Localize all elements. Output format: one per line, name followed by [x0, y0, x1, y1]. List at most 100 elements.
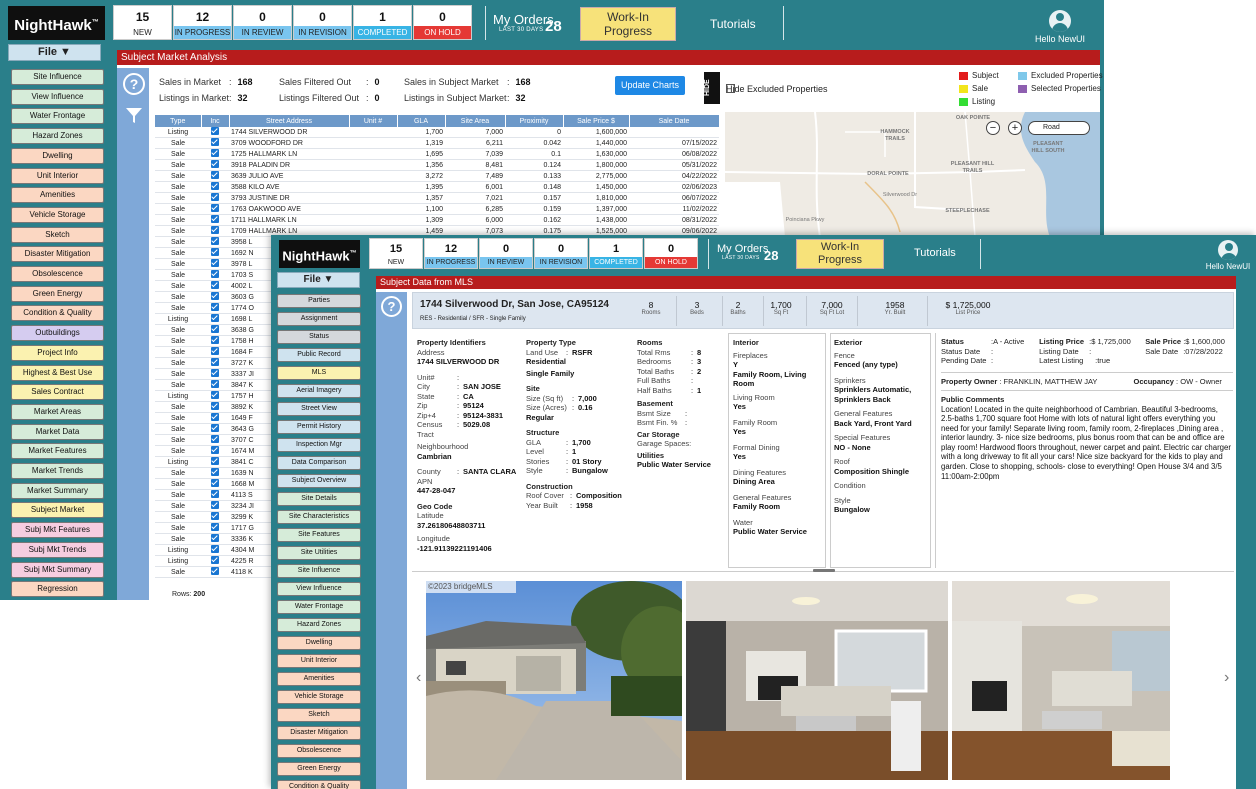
- include-checkbox[interactable]: [211, 336, 219, 345]
- tutorials-link[interactable]: Tutorials: [710, 17, 756, 31]
- include-checkbox[interactable]: [211, 149, 219, 158]
- status-in-progress[interactable]: 12 IN PROGRESS: [424, 238, 478, 269]
- include-checkbox[interactable]: [211, 545, 219, 554]
- sidebar-item-highest-best-use[interactable]: Highest & Best Use: [11, 364, 104, 381]
- user-menu[interactable]: Hello NewUI: [1030, 10, 1090, 44]
- chevron-left-icon[interactable]: ‹: [416, 669, 421, 687]
- column-header[interactable]: Proximity: [505, 115, 564, 127]
- status-completed[interactable]: 1 COMPLETED: [353, 5, 412, 40]
- include-checkbox[interactable]: [211, 237, 219, 246]
- column-header[interactable]: Inc: [201, 115, 230, 127]
- status-completed[interactable]: 1 COMPLETED: [589, 238, 643, 269]
- sidebar-item-site-characteristics[interactable]: Site Characteristics: [277, 510, 361, 524]
- table-row[interactable]: Sale 3709 WOODFORD DR 1,319 6,211 0.042 1,440…: [155, 137, 719, 150]
- sidebar-item-condition-quality[interactable]: Condition & Quality: [11, 305, 104, 322]
- include-checkbox[interactable]: [211, 501, 219, 510]
- photo-living-room[interactable]: [686, 581, 948, 780]
- hide-excluded-checkbox[interactable]: Hide Excluded Properties: [726, 84, 828, 94]
- sidebar-item-obsolescence[interactable]: Obsolescence: [277, 744, 361, 758]
- table-row[interactable]: Listing 1744 SILVERWOOD DR 1,700 7,000 0 1,60…: [155, 127, 719, 139]
- include-checkbox[interactable]: [211, 303, 219, 312]
- include-checkbox[interactable]: [211, 215, 219, 224]
- status-in-review[interactable]: 0 IN REVIEW: [233, 5, 292, 40]
- sidebar-item-status[interactable]: Status: [277, 330, 361, 344]
- sidebar-item-vehicle-storage[interactable]: Vehicle Storage: [277, 690, 361, 704]
- table-row[interactable]: Sale 3588 KILO AVE 1,395 6,001 0.148 1,450,00…: [155, 181, 719, 194]
- sidebar-item-site-influence[interactable]: Site Influence: [277, 564, 361, 578]
- table-row[interactable]: Sale 3639 JULIO AVE 3,272 7,489 0.133 2,775,0…: [155, 170, 719, 183]
- include-checkbox[interactable]: [211, 325, 219, 334]
- filter-icon[interactable]: [123, 104, 145, 126]
- sidebar-item-market-trends[interactable]: Market Trends: [11, 463, 104, 479]
- include-checkbox[interactable]: [211, 314, 219, 323]
- include-checkbox[interactable]: [211, 138, 219, 147]
- sidebar-item-hazard-zones[interactable]: Hazard Zones: [11, 128, 104, 145]
- sidebar-item-sketch[interactable]: Sketch: [11, 226, 104, 243]
- include-checkbox[interactable]: [211, 204, 219, 213]
- include-checkbox[interactable]: [211, 171, 219, 180]
- sidebar-item-parties[interactable]: Parties: [277, 294, 361, 308]
- include-checkbox[interactable]: [211, 435, 219, 444]
- sidebar-item-dwelling[interactable]: Dwelling: [277, 636, 361, 650]
- sidebar-item-sketch[interactable]: Sketch: [277, 708, 361, 722]
- table-row[interactable]: Sale 1725 HALLMARK LN 1,695 7,039 0.1 1,630,0…: [155, 148, 719, 161]
- table-row[interactable]: Sale 1763 OAKWOOD AVE 1,100 6,285 0.159 1,397…: [155, 203, 719, 216]
- include-checkbox[interactable]: [211, 402, 219, 411]
- sidebar-item-market-summary[interactable]: Market Summary: [11, 482, 104, 499]
- photo-exterior[interactable]: ©2023 bridgeMLS: [426, 581, 682, 780]
- sidebar-item-subject-overview[interactable]: Subject Overview: [277, 474, 361, 488]
- status-in-revision[interactable]: 0 IN REVISION: [534, 238, 588, 269]
- include-checkbox[interactable]: [211, 523, 219, 532]
- include-checkbox[interactable]: [211, 226, 219, 235]
- sidebar-item-water-frontage[interactable]: Water Frontage: [11, 108, 104, 125]
- sidebar-item-aerial-imagery[interactable]: Aerial Imagery: [277, 384, 361, 398]
- map-type-select[interactable]: Road: [1028, 121, 1090, 135]
- sidebar-item-vehicle-storage[interactable]: Vehicle Storage: [11, 206, 104, 223]
- sidebar-item-condition-quality[interactable]: Condition & Quality: [277, 780, 361, 789]
- include-checkbox[interactable]: [211, 369, 219, 378]
- include-checkbox[interactable]: [211, 292, 219, 301]
- column-header[interactable]: Site Area: [445, 115, 506, 127]
- sidebar-item-street-view[interactable]: Street View: [277, 402, 361, 416]
- help-icon[interactable]: ?: [123, 73, 145, 95]
- include-checkbox[interactable]: [211, 270, 219, 279]
- include-checkbox[interactable]: [211, 281, 219, 290]
- sidebar-item-market-areas[interactable]: Market Areas: [11, 403, 104, 420]
- user-menu[interactable]: Hello NewUI: [1201, 240, 1255, 271]
- sidebar-item-assignment[interactable]: Assignment: [277, 312, 361, 326]
- zoom-out-button[interactable]: −: [986, 121, 1000, 135]
- sidebar-item-site-influence[interactable]: Site Influence: [11, 69, 104, 85]
- sidebar-item-water-frontage[interactable]: Water Frontage: [277, 600, 361, 614]
- tutorials-link[interactable]: Tutorials: [914, 247, 956, 259]
- work-in-progress-button[interactable]: Work-In Progress: [796, 239, 884, 269]
- sidebar-item-view-influence[interactable]: View Influence: [11, 88, 104, 105]
- sidebar-item-permit-history[interactable]: Permit History: [277, 420, 361, 434]
- column-header[interactable]: Sale Date: [629, 115, 720, 127]
- sidebar-item-subj-mkt-summary[interactable]: Subj Mkt Summary: [11, 561, 104, 578]
- sidebar-item-green-energy[interactable]: Green Energy: [277, 762, 361, 776]
- include-checkbox[interactable]: [211, 468, 219, 477]
- work-in-progress-button[interactable]: Work-In Progress: [580, 7, 676, 41]
- status-in-revision[interactable]: 0 IN REVISION: [293, 5, 352, 40]
- zoom-in-button[interactable]: +: [1008, 121, 1022, 135]
- include-checkbox[interactable]: [211, 534, 219, 543]
- sidebar-item-market-features[interactable]: Market Features: [11, 443, 104, 460]
- include-checkbox[interactable]: [211, 391, 219, 400]
- sidebar-item-green-energy[interactable]: Green Energy: [11, 285, 104, 302]
- sidebar-item-unit-interior[interactable]: Unit Interior: [11, 167, 104, 184]
- include-checkbox[interactable]: [211, 479, 219, 488]
- chevron-right-icon[interactable]: ›: [1224, 669, 1229, 687]
- status-new[interactable]: 15 NEW: [369, 238, 423, 269]
- column-header[interactable]: Type: [155, 115, 202, 127]
- status-on-hold[interactable]: 0 ON HOLD: [644, 238, 698, 269]
- include-checkbox[interactable]: [211, 490, 219, 499]
- sidebar-item-disaster-mitigation[interactable]: Disaster Mitigation: [277, 726, 361, 740]
- include-checkbox[interactable]: [211, 446, 219, 455]
- my-orders[interactable]: My Orders LAST 30 DAYS 28: [717, 243, 778, 263]
- column-header[interactable]: Sale Price $: [563, 115, 630, 127]
- include-checkbox[interactable]: [211, 567, 219, 576]
- sidebar-item-dwelling[interactable]: Dwelling: [11, 147, 104, 164]
- sidebar-item-site-details[interactable]: Site Details: [277, 492, 361, 506]
- table-row[interactable]: Sale 1711 HALLMARK LN 1,309 6,000 0.162 1,438…: [155, 214, 719, 227]
- include-checkbox[interactable]: [211, 248, 219, 257]
